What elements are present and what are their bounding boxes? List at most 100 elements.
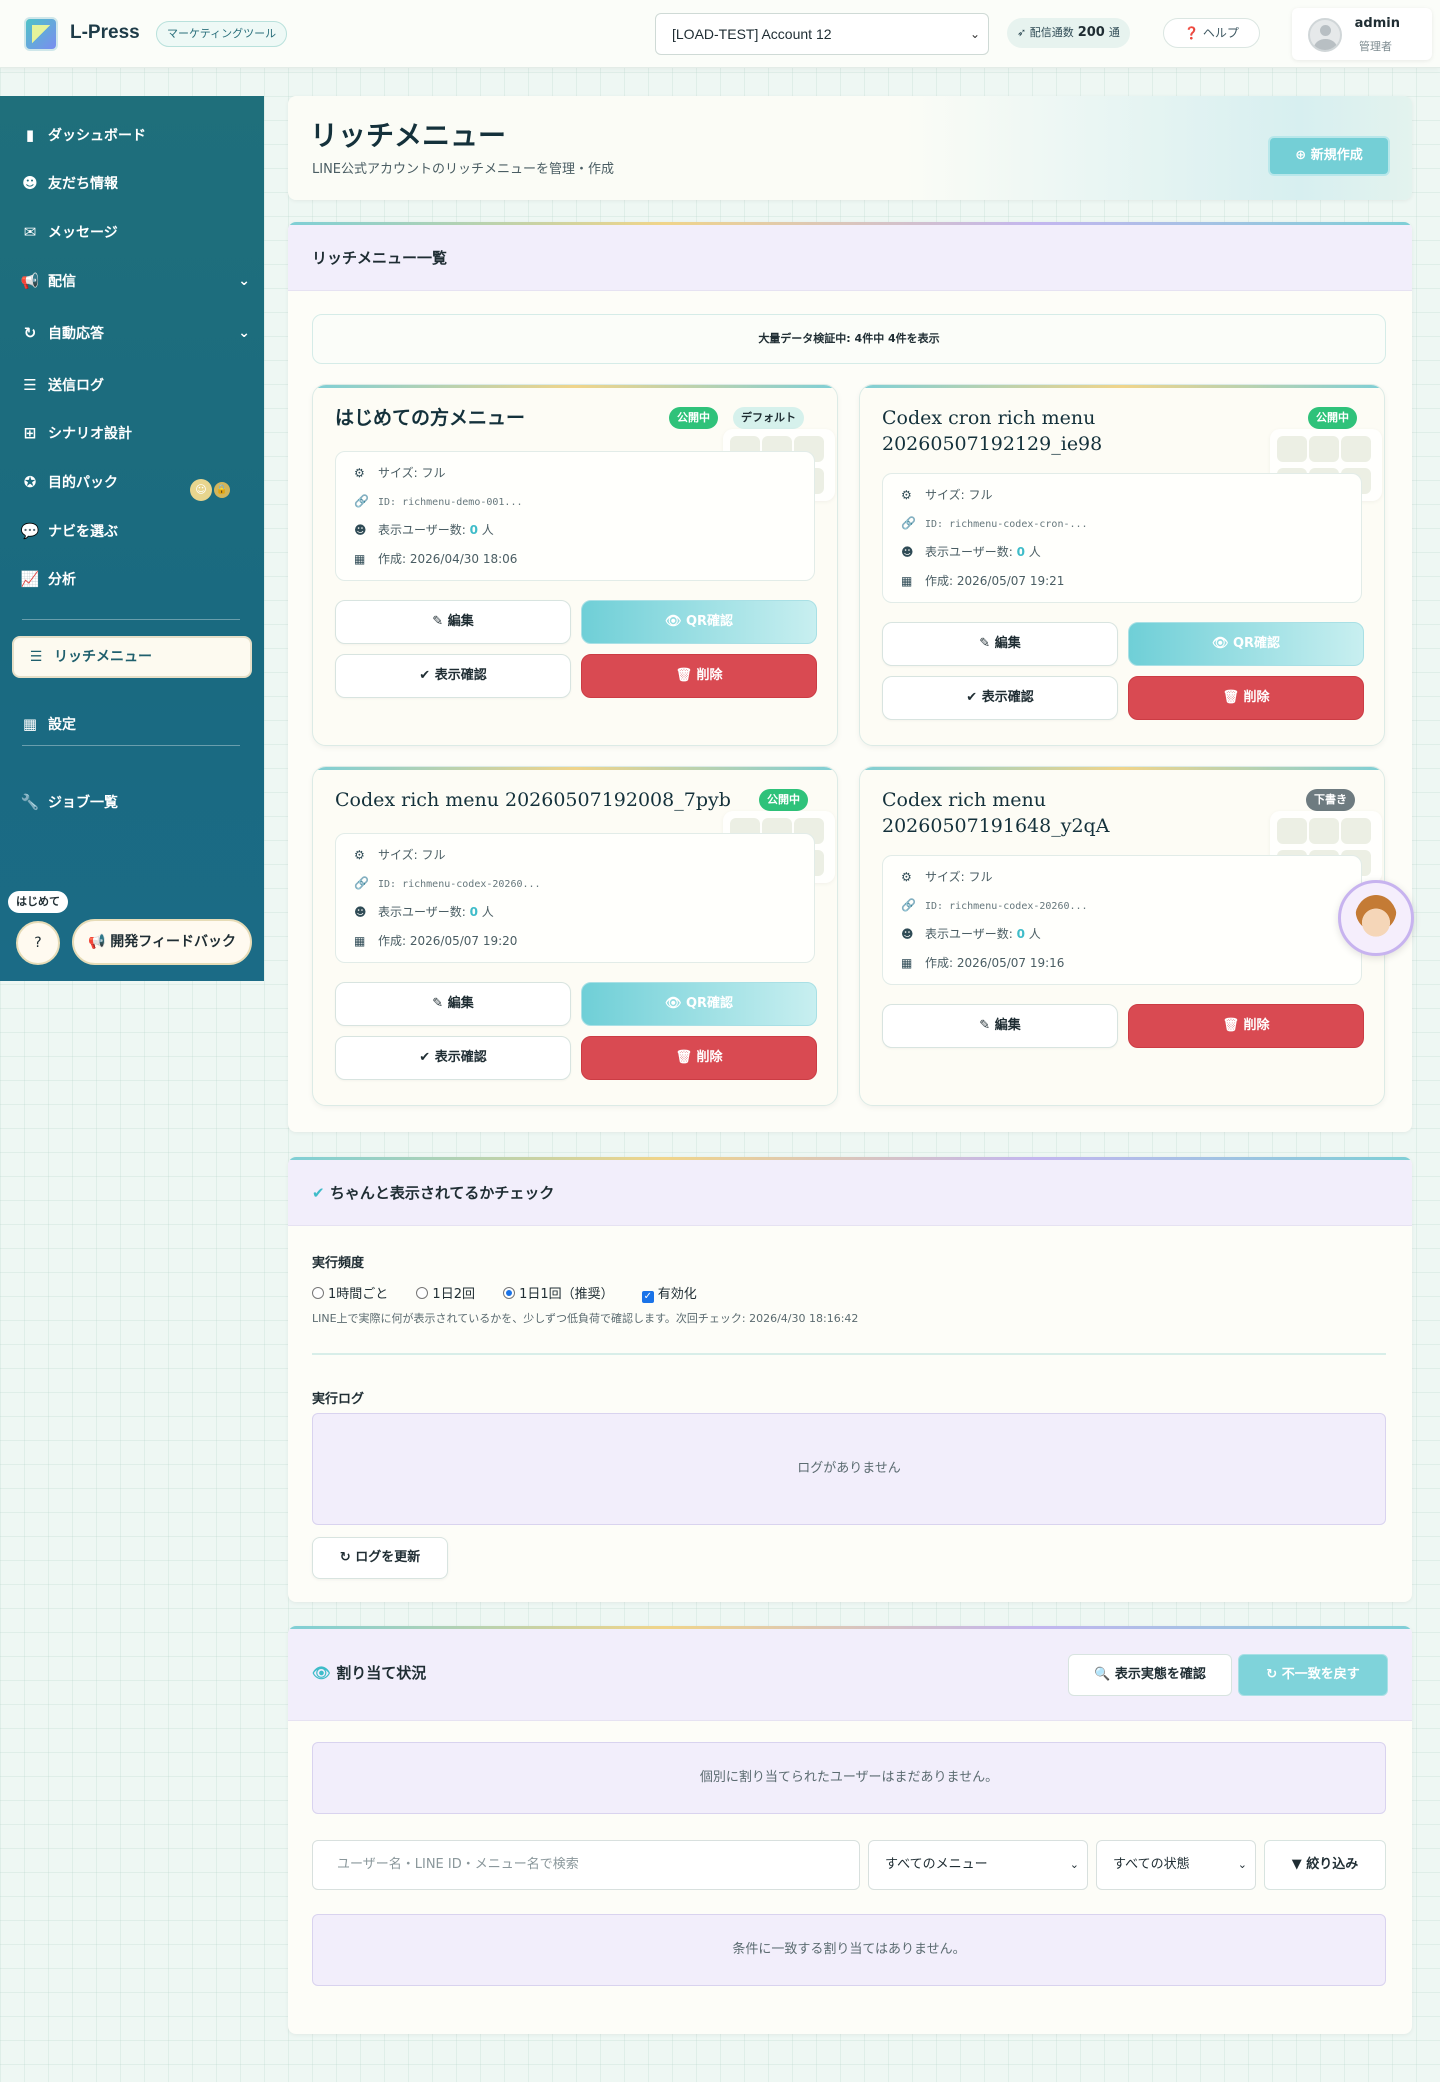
card-title: Codex cron rich menu 20260507192129_ie98 <box>882 407 1103 455</box>
page-subtitle: LINE公式アカウントのリッチメニューを管理・作成 <box>312 162 615 177</box>
qr-check-button[interactable]: 👁 QR確認 <box>581 982 817 1026</box>
check-circle-icon: ✔ <box>419 1050 431 1065</box>
info-size: ⚙ サイズ: フル <box>354 846 446 863</box>
edit-button[interactable]: ✎ 編集 <box>335 600 571 644</box>
help-button[interactable]: ❓ ヘルプ <box>1163 18 1260 48</box>
button-label: QR確認 <box>685 614 734 629</box>
sidebar-item-broadcast[interactable]: 📢 配信 ⌄ <box>20 263 250 299</box>
info-label: 作成: <box>378 934 410 948</box>
refresh-log-button[interactable]: ↻ ログを更新 <box>312 1537 448 1579</box>
status-badge: 公開中 <box>1308 407 1357 429</box>
page-header: リッチメニュー LINE公式アカウントのリッチメニューを管理・作成 ⊕ 新規作成 <box>288 96 1412 200</box>
line-chart-icon: 📈 <box>20 570 40 588</box>
sidebar-item-analytics[interactable]: 📈 分析 <box>20 561 250 597</box>
rich-menu-card: Codex rich menu 20260507191648_y2qA 下書き … <box>859 766 1385 1106</box>
info-box: ⚙ サイズ: フル 🔗 ID: richmenu-demo-001... ☻ 表示ユー… <box>335 451 815 581</box>
beginner-help-button[interactable]: ? <box>16 921 60 965</box>
sidebar-item-navi[interactable]: 💬 ナビを選ぶ <box>20 513 250 549</box>
info-label: 表示ユーザー数: <box>925 545 1017 559</box>
edit-button[interactable]: ✎ 編集 <box>882 622 1118 666</box>
sidebar-item-purpose-pack[interactable]: ✪ 目的パック ☺ 🔒 <box>20 464 250 501</box>
new-rich-menu-button[interactable]: ⊕ 新規作成 <box>1268 136 1390 176</box>
sidebar-item-label: 送信ログ <box>48 378 104 394</box>
delete-button[interactable]: 🗑 削除 <box>581 654 817 698</box>
info-label: サイズ: <box>925 870 969 884</box>
info-label: 表示ユーザー数: <box>378 523 470 537</box>
sidebar-item-label: リッチメニュー <box>54 649 152 665</box>
rich-menu-card: Codex cron rich menu 20260507192129_ie98… <box>859 384 1385 746</box>
info-value: フル <box>968 488 993 502</box>
status-badge: 公開中 <box>759 789 808 811</box>
assistant-avatar[interactable] <box>1338 880 1414 956</box>
help-label: ヘルプ <box>1202 26 1239 40</box>
sidebar-item-send-log[interactable]: ☰ 送信ログ <box>20 367 250 403</box>
check-circle-icon: ✔ <box>312 1184 325 1202</box>
check-display-button[interactable]: 🔍 表示実態を確認 <box>1068 1654 1232 1696</box>
trash-icon: 🗑 <box>675 1050 692 1065</box>
beginner-tag[interactable]: はじめて <box>8 891 68 913</box>
edit-button[interactable]: ✎ 編集 <box>335 982 571 1026</box>
info-label: 作成: <box>925 574 957 588</box>
status-filter-select[interactable]: すべての状態 ⌄ <box>1096 1840 1256 1890</box>
sidebar-item-settings[interactable]: ▦ 設定 <box>20 706 250 742</box>
sidebar-item-messages[interactable]: ✉ メッセージ <box>20 214 250 250</box>
section-title: ✔ ちゃんと表示されてるかチェック <box>312 1182 554 1203</box>
card-title: はじめての方メニュー <box>335 407 526 429</box>
link-icon: 🔗 <box>354 494 369 508</box>
user-menu[interactable]: admin 管理者 <box>1292 8 1432 60</box>
preview-button[interactable]: ✔ 表示確認 <box>335 1036 571 1080</box>
delete-button[interactable]: 🗑 削除 <box>1128 1004 1364 1048</box>
bar-chart-icon: ▮ <box>25 126 35 144</box>
calendar-icon: ▦ <box>901 574 913 588</box>
sidebar-item-jobs[interactable]: 🔧 ジョブ一覧 <box>20 784 250 820</box>
gear-icon: ⚙ <box>901 870 912 884</box>
info-id: 🔗 ID: richmenu-codex-20260... <box>901 898 1088 912</box>
sidebar-item-label: ナビを選ぶ <box>48 524 118 540</box>
enable-checkbox[interactable]: ✓ 有効化 <box>641 1287 709 1303</box>
section-title-text: ちゃんと表示されてるかチェック <box>329 1184 555 1202</box>
sidebar-item-label: メッセージ <box>48 225 118 241</box>
users-icon: ☻ <box>354 523 367 537</box>
grid-icon: ▦ <box>22 715 38 733</box>
sidebar-item-scenario[interactable]: ⊞ シナリオ設計 <box>20 415 250 451</box>
info-value: 2026/05/07 19:21 <box>956 574 1065 588</box>
preview-button[interactable]: ✔ 表示確認 <box>882 676 1118 720</box>
button-label: 編集 <box>994 1018 1021 1033</box>
section-header: ✔ ちゃんと表示されてるかチェック <box>288 1160 1412 1226</box>
button-label: 削除 <box>696 668 723 683</box>
radio-daily[interactable]: 1日1回（推奨） <box>503 1287 626 1302</box>
button-label: 表示確認 <box>434 1050 487 1065</box>
status-badge: 公開中 <box>669 407 718 429</box>
qr-check-button[interactable]: 👁 QR確認 <box>1128 622 1364 666</box>
sidebar-item-friends[interactable]: ☻ 友だち情報 <box>20 165 250 201</box>
edit-button[interactable]: ✎ 編集 <box>882 1004 1118 1048</box>
paper-plane-icon: ➶ <box>1017 26 1027 39</box>
sidebar-item-label: ジョブ一覧 <box>48 795 118 811</box>
calendar-icon: ▦ <box>354 934 366 948</box>
qr-check-button[interactable]: 👁 QR確認 <box>581 600 817 644</box>
list-icon: ☰ <box>23 376 37 394</box>
radio-hourly[interactable]: 1時間ごと <box>312 1287 400 1302</box>
delete-button[interactable]: 🗑 削除 <box>1128 676 1364 720</box>
character-icon: ☺ <box>190 479 212 501</box>
menu-filter-select[interactable]: すべてのメニュー ⌄ <box>868 1840 1088 1890</box>
megaphone-icon: 📢 <box>87 934 106 950</box>
delete-button[interactable]: 🗑 削除 <box>581 1036 817 1080</box>
revert-mismatch-button[interactable]: ↻ 不一致を戻す <box>1238 1654 1388 1696</box>
search-input[interactable]: ユーザー名・LINE ID・メニュー名で検索 <box>312 1840 860 1890</box>
default-badge: デフォルト <box>733 407 804 429</box>
preview-button[interactable]: ✔ 表示確認 <box>335 654 571 698</box>
info-value: フル <box>421 466 446 480</box>
radio-label: 1日2回 <box>432 1287 475 1302</box>
feedback-button[interactable]: 📢 開発フィードバック <box>72 919 252 965</box>
sidebar-item-auto-reply[interactable]: ↻ 自動応答 ⌄ <box>20 315 250 351</box>
radio-twice-daily[interactable]: 1日2回 <box>416 1287 487 1302</box>
sidebar-item-dashboard[interactable]: ▮ ダッシュボード <box>20 117 250 153</box>
eye-icon: 👁 <box>1211 636 1229 651</box>
filter-button[interactable]: ▼ 絞り込み <box>1264 1840 1386 1890</box>
button-label: 表示確認 <box>434 668 487 683</box>
sidebar-item-rich-menu[interactable]: ☰ リッチメニュー <box>12 636 252 678</box>
brand-name[interactable]: L-Press <box>70 22 140 44</box>
logo-icon[interactable] <box>24 17 58 51</box>
account-select[interactable]: [LOAD-TEST] Account 12 ⌄ <box>655 13 989 55</box>
